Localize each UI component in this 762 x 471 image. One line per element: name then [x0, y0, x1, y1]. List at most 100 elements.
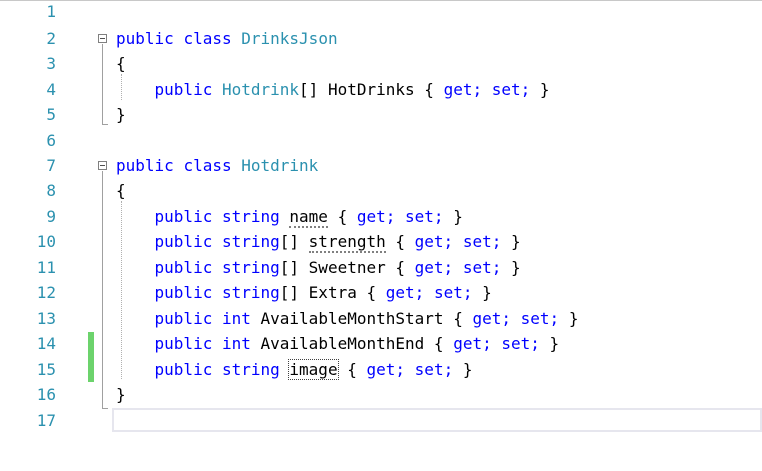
- accessor: get;: [414, 258, 454, 277]
- keyword: public: [154, 309, 213, 328]
- code-text: public string[] Extra { get; set; }: [116, 283, 492, 303]
- code-line[interactable]: 13 public int AvailableMonthStart { get;…: [0, 307, 762, 332]
- code-line[interactable]: 3 {: [0, 52, 762, 77]
- keyword: public: [154, 283, 213, 302]
- accessor: set;: [501, 334, 540, 353]
- code-text: public int AvailableMonthEnd { get; set;…: [116, 334, 560, 354]
- keyword: public: [154, 80, 213, 99]
- brace: {: [347, 360, 357, 379]
- line-number: 16: [36, 385, 56, 404]
- line-number: 4: [46, 80, 56, 99]
- accessor: set;: [433, 283, 473, 302]
- code-line[interactable]: 9 public string name { get; set; }: [0, 205, 762, 230]
- accessor: set;: [491, 80, 531, 99]
- code-text: public string image { get; set; }: [116, 359, 473, 380]
- accessor: set;: [462, 258, 502, 277]
- code-line[interactable]: 6: [0, 129, 762, 154]
- line-number: 3: [46, 54, 56, 73]
- brace: {: [395, 232, 406, 251]
- code-line[interactable]: 10 public string[] strength { get; set; …: [0, 230, 762, 255]
- brace: }: [482, 283, 492, 302]
- line-number: 9: [46, 207, 56, 226]
- line-number: 1: [46, 2, 56, 21]
- brace: {: [424, 80, 434, 99]
- keyword: class: [183, 156, 232, 175]
- line-number: 17: [36, 411, 56, 430]
- code-line[interactable]: 1: [0, 0, 762, 25]
- accessor: get;: [385, 283, 425, 302]
- keyword: public: [116, 156, 174, 175]
- code-line[interactable]: 7 public class Hotdrink: [0, 154, 762, 179]
- keyword: string: [221, 207, 280, 226]
- keyword: string: [221, 232, 280, 251]
- code-text: public Hotdrink[] HotDrinks { get; set; …: [116, 80, 550, 100]
- accessor: set;: [405, 207, 444, 226]
- code-line[interactable]: 17: [0, 409, 762, 434]
- code-line[interactable]: 11 public string[] Sweetner { get; set; …: [0, 256, 762, 281]
- keyword: int: [221, 309, 251, 328]
- code-line[interactable]: 16 }: [0, 383, 762, 408]
- line-number: 6: [46, 131, 56, 150]
- line-number: 7: [46, 156, 56, 175]
- close-brace: }: [116, 385, 126, 404]
- line-number: 13: [36, 309, 56, 328]
- accessor: set;: [414, 360, 454, 379]
- class-name: DrinksJson: [241, 29, 338, 48]
- brace: }: [539, 80, 550, 99]
- code-text: public class DrinksJson: [116, 29, 338, 49]
- accessor: get;: [472, 309, 511, 328]
- code-text: public string name { get; set; }: [116, 207, 463, 228]
- property-name: HotDrinks: [327, 80, 415, 99]
- property-name[interactable]: image: [288, 359, 339, 380]
- brace: }: [462, 360, 473, 379]
- accessor: get;: [414, 232, 454, 251]
- brace: }: [568, 309, 579, 328]
- code-line[interactable]: 5 }: [0, 103, 762, 128]
- code-line[interactable]: 12 public string[] Extra { get; set; }: [0, 281, 762, 306]
- keyword: string: [221, 283, 280, 302]
- open-brace: {: [116, 181, 126, 200]
- code-text: {: [116, 181, 126, 201]
- code-line[interactable]: 15 public string image { get; set; }: [0, 358, 762, 383]
- code-line[interactable]: 4 public Hotdrink[] HotDrinks { get; set…: [0, 78, 762, 103]
- code-text: public string[] strength { get; set; }: [116, 232, 521, 253]
- open-brace: {: [116, 54, 126, 73]
- line-number: 8: [46, 181, 56, 200]
- brace: {: [366, 283, 377, 302]
- keyword: int: [221, 334, 251, 353]
- code-editor[interactable]: 1 2 public class DrinksJson 3 { 4 public…: [0, 0, 762, 471]
- property-name: Sweetner: [308, 258, 386, 277]
- brace: {: [453, 309, 463, 328]
- close-brace: }: [116, 105, 126, 124]
- array-brackets: []: [279, 232, 300, 251]
- array-brackets: []: [279, 258, 300, 277]
- code-text: public string[] Sweetner { get; set; }: [116, 258, 521, 278]
- accessor: get;: [366, 360, 406, 379]
- code-line[interactable]: 8 {: [0, 179, 762, 204]
- line-number: 15: [36, 360, 56, 379]
- keyword: public: [154, 232, 213, 251]
- code-text: {: [116, 54, 126, 74]
- brace: }: [453, 207, 463, 226]
- array-brackets: []: [299, 80, 319, 99]
- line-number: 5: [46, 105, 56, 124]
- keyword: public: [116, 29, 174, 48]
- code-text: }: [116, 385, 126, 405]
- array-brackets: []: [279, 283, 300, 302]
- code-line[interactable]: 2 public class DrinksJson: [0, 27, 762, 52]
- accessor: set;: [520, 309, 560, 328]
- property-name: AvailableMonthEnd: [260, 334, 425, 353]
- class-name: Hotdrink: [241, 156, 319, 175]
- type-name: Hotdrink: [221, 80, 300, 99]
- keyword: string: [221, 258, 280, 277]
- keyword: public: [154, 207, 213, 226]
- line-number: 2: [46, 29, 56, 48]
- accessor: get;: [356, 207, 396, 226]
- code-text: public int AvailableMonthStart { get; se…: [116, 309, 579, 329]
- code-text: }: [116, 105, 126, 125]
- property-name: Extra: [308, 283, 357, 302]
- line-number: 10: [36, 232, 56, 251]
- code-line[interactable]: 14 public int AvailableMonthEnd { get; s…: [0, 332, 762, 357]
- line-number: 12: [36, 283, 56, 302]
- brace: {: [433, 334, 444, 353]
